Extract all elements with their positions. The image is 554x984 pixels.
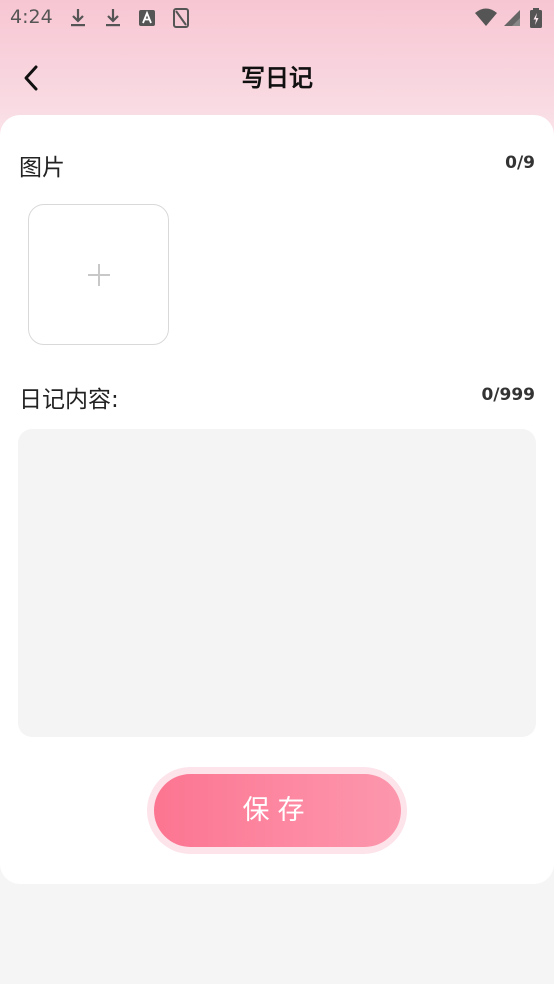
battery-charging-icon <box>530 8 542 28</box>
save-button[interactable]: 保存 <box>154 774 401 847</box>
content-label: 日记内容: <box>19 387 119 413</box>
add-photo-button[interactable] <box>28 204 169 345</box>
status-bar: 4:24 <box>0 0 554 38</box>
save-button-glow: 保存 <box>147 767 407 854</box>
photos-label: 图片 <box>19 155 65 181</box>
plus-icon <box>88 264 110 286</box>
photo-counter: 0/9 <box>505 153 535 173</box>
no-sim-icon <box>173 8 189 28</box>
page-title: 写日记 <box>241 64 313 92</box>
signal-icon <box>504 10 520 26</box>
content-counter: 0/999 <box>481 385 535 405</box>
wifi-icon <box>475 8 497 26</box>
download-icon <box>106 9 120 27</box>
text-a-icon <box>139 10 155 26</box>
diary-content-input[interactable] <box>18 429 536 737</box>
diary-form-card: 图片 0/9 日记内容: 0/999 保存 <box>0 115 554 884</box>
download-icon <box>71 9 85 27</box>
status-time: 4:24 <box>10 6 53 28</box>
